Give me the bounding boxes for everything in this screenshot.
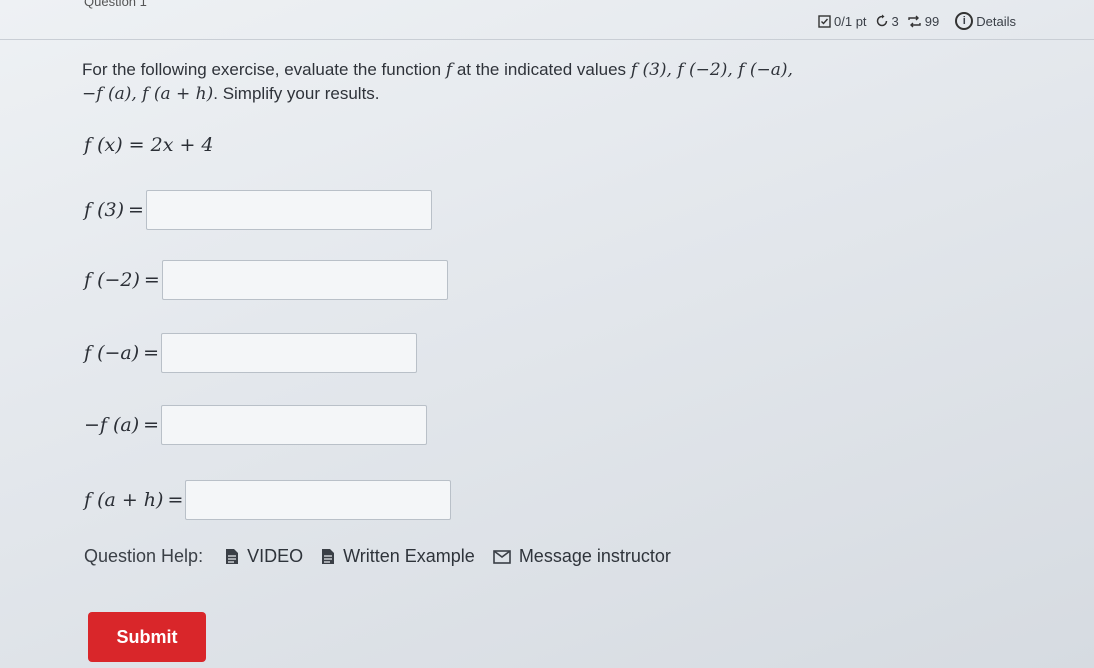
equals-sign: =: [143, 414, 160, 436]
question-meta: 0/1 pt 3 99 i Details: [818, 12, 1016, 30]
answer-row: f (a + h) =: [84, 480, 452, 520]
answer-row: f (−a) =: [84, 333, 418, 373]
submit-button[interactable]: Submit: [88, 612, 206, 662]
written-example-label: Written Example: [343, 546, 475, 566]
message-instructor-link[interactable]: Message instructor: [493, 546, 671, 567]
retries-text: 3: [891, 13, 899, 29]
video-label: VIDEO: [247, 546, 304, 566]
attempts-text: 99: [924, 13, 940, 29]
points-text: 0/1 pt: [834, 13, 867, 29]
equals-sign: =: [167, 489, 184, 511]
answer-input-f-neg2[interactable]: [161, 260, 448, 300]
points-status: 0/1 pt: [818, 14, 867, 29]
equals-sign: =: [128, 199, 144, 221]
part-label: f (a + h): [84, 489, 164, 511]
message-instructor-label: Message instructor: [518, 546, 671, 566]
part-label: f (−2): [84, 269, 140, 291]
envelope-icon: [493, 549, 511, 564]
prompt-values-list: f (3), f (−2), f (−a),: [630, 60, 793, 80]
prompt-text-mid: at the indicated values: [452, 60, 631, 79]
answer-row: f (−2) =: [84, 260, 448, 300]
answer-input-f-a-plus-h[interactable]: [185, 480, 452, 520]
info-icon: i: [955, 12, 974, 30]
video-link[interactable]: VIDEO: [225, 546, 303, 567]
attempts-status: 99: [907, 14, 939, 29]
prompt-text-start: For the following exercise, evaluate the…: [82, 60, 446, 79]
document-icon: [322, 549, 335, 564]
answer-input-neg-fa[interactable]: [161, 405, 428, 445]
question-help: Question Help: VIDEO Written Example Mes…: [84, 546, 689, 567]
attempts-icon: [908, 15, 921, 27]
checkbox-icon: [818, 14, 831, 28]
given-function: f (x) = 2x + 4: [84, 134, 214, 156]
answer-row: f (3) =: [84, 190, 432, 230]
written-example-link[interactable]: Written Example: [321, 546, 475, 567]
document-icon: [226, 549, 239, 564]
part-label: f (−a): [84, 342, 140, 364]
answer-row: −f (a) =: [84, 405, 428, 445]
details-link[interactable]: i Details: [955, 12, 1016, 30]
equals-sign: =: [143, 342, 160, 364]
answer-input-f-neg-a[interactable]: [161, 333, 418, 373]
question-help-title: Question Help:: [84, 546, 204, 566]
prompt-text-end: . Simplify your results.: [213, 84, 380, 103]
part-label: f (3): [84, 199, 124, 221]
equals-sign: =: [143, 269, 160, 291]
retries-status: 3: [875, 14, 899, 29]
question-title: Question 1: [84, 0, 147, 9]
question-header: Question 1 0/1 pt 3 99 i Details: [0, 0, 1094, 40]
prompt-values-list-2: −f (a), f (a + h): [82, 84, 214, 104]
retry-icon: [876, 14, 887, 27]
details-label: Details: [976, 13, 1016, 29]
part-label: −f (a): [84, 414, 140, 436]
question-prompt: For the following exercise, evaluate the…: [82, 58, 1002, 106]
answer-input-f3[interactable]: [145, 190, 432, 230]
